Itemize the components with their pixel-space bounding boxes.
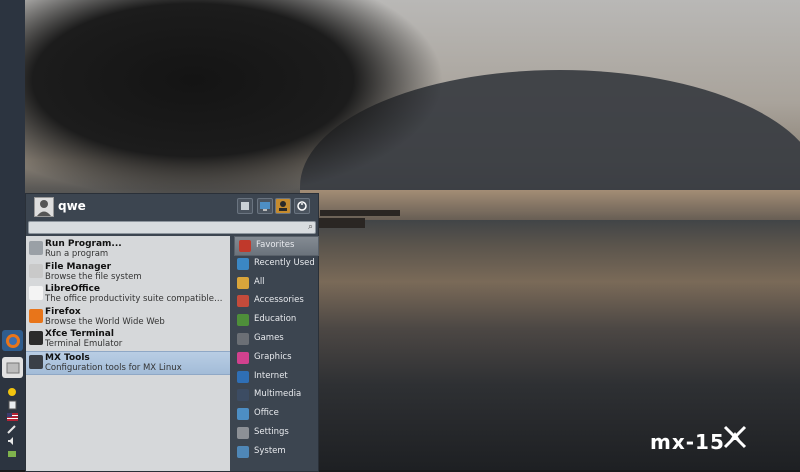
category-label: Graphics bbox=[254, 351, 292, 362]
user-icon bbox=[37, 200, 51, 216]
category-label: Settings bbox=[254, 427, 289, 437]
firefox-launcher[interactable] bbox=[2, 330, 23, 351]
clipboard-icon[interactable] bbox=[6, 399, 18, 411]
app-name: MX Tools bbox=[45, 352, 90, 363]
category-settings[interactable]: Settings bbox=[233, 424, 318, 442]
app-item-libreoffice[interactable]: LibreOffice The office productivity suite… bbox=[26, 283, 230, 305]
updater-icon[interactable] bbox=[6, 386, 18, 398]
volume-icon[interactable] bbox=[6, 435, 18, 447]
username: qwe bbox=[58, 199, 86, 213]
libreoffice-icon bbox=[29, 286, 43, 300]
switch-user-button[interactable] bbox=[275, 198, 291, 214]
search-input[interactable]: ⌕ bbox=[28, 221, 316, 234]
app-name: Run Program... bbox=[45, 239, 122, 249]
games-icon bbox=[237, 333, 249, 345]
settings-manager-icon bbox=[241, 202, 249, 210]
network-icon[interactable] bbox=[6, 448, 18, 460]
firefox-icon bbox=[29, 308, 43, 323]
tree-silhouette bbox=[25, 0, 445, 200]
mx-logo-text: mx-15 bbox=[650, 430, 725, 454]
graphics-icon bbox=[237, 351, 249, 364]
lock-screen-icon bbox=[260, 202, 270, 211]
app-description: Browse the file system bbox=[45, 271, 142, 282]
category-office[interactable]: Office bbox=[233, 405, 318, 423]
app-item-terminal[interactable]: Xfce Terminal Terminal Emulator bbox=[26, 328, 230, 350]
app-name: Firefox bbox=[45, 306, 81, 317]
app-list: Run Program... Run a program File Manager B… bbox=[26, 236, 230, 471]
file-manager-icon bbox=[29, 263, 43, 278]
category-all[interactable]: All bbox=[233, 274, 318, 292]
system-icon bbox=[237, 445, 249, 458]
pen-icon[interactable] bbox=[6, 423, 18, 435]
category-education[interactable]: Education bbox=[233, 311, 318, 329]
search-icon[interactable]: ⌕ bbox=[308, 222, 313, 232]
category-label: Games bbox=[254, 333, 284, 343]
category-label: Favorites bbox=[256, 240, 295, 250]
category-list: Favorites Recently Used All Accessories Educ… bbox=[233, 236, 319, 471]
category-accessories[interactable]: Accessories bbox=[233, 292, 318, 310]
app-item-firefox[interactable]: Firefox Browse the World Wide Web bbox=[26, 306, 230, 328]
category-label: Multimedia bbox=[254, 389, 302, 400]
app-item-run[interactable]: Run Program... Run a program bbox=[26, 238, 230, 260]
category-graphics[interactable]: Graphics bbox=[233, 349, 318, 367]
category-favorites[interactable]: Favorites bbox=[234, 236, 319, 256]
category-label: System bbox=[254, 445, 286, 456]
app-description: Terminal Emulator bbox=[45, 339, 123, 349]
avatar[interactable] bbox=[34, 197, 54, 217]
app-item-file-manager[interactable]: File Manager Browse the file system bbox=[26, 261, 230, 283]
terminal-icon bbox=[29, 331, 43, 345]
left-panel bbox=[0, 0, 25, 470]
category-label: Office bbox=[254, 408, 279, 419]
logout-button[interactable] bbox=[294, 198, 310, 214]
category-recently-used[interactable]: Recently Used bbox=[233, 255, 318, 273]
settings-manager-button[interactable] bbox=[237, 198, 253, 214]
category-games[interactable]: Games bbox=[233, 330, 318, 348]
mx-logo: mx-15 bbox=[650, 425, 747, 454]
switch-user-icon bbox=[279, 201, 287, 211]
logout-icon bbox=[297, 200, 307, 211]
all-icon bbox=[237, 276, 249, 289]
category-label: Recently Used bbox=[254, 257, 315, 268]
mx-x-icon bbox=[723, 425, 747, 449]
category-label: Internet bbox=[254, 370, 288, 381]
app-description: The office productivity suite compatible… bbox=[45, 294, 225, 304]
file-manager-launcher[interactable] bbox=[2, 357, 23, 378]
app-name: LibreOffice bbox=[45, 284, 100, 294]
app-name: File Manager bbox=[45, 261, 112, 272]
mx-tools-icon bbox=[29, 354, 43, 369]
category-internet[interactable]: Internet bbox=[233, 368, 318, 386]
app-description: Run a program bbox=[45, 249, 109, 259]
recently-used-icon bbox=[237, 257, 249, 270]
category-multimedia[interactable]: Multimedia bbox=[233, 386, 318, 404]
category-label: Education bbox=[254, 314, 297, 325]
settings-icon bbox=[237, 427, 249, 439]
application-menu: qwe ⌕ Run Program... Run a program File Ma… bbox=[25, 193, 319, 472]
run-icon bbox=[29, 241, 43, 255]
category-label: Accessories bbox=[254, 295, 304, 306]
firefox-icon bbox=[5, 333, 20, 348]
internet-icon bbox=[237, 370, 249, 383]
us-flag-icon[interactable] bbox=[6, 411, 18, 423]
favorites-icon bbox=[239, 240, 251, 252]
app-item-mx-tools[interactable]: MX Tools Configuration tools for MX Linux bbox=[26, 350, 230, 375]
menu-header: qwe bbox=[26, 194, 318, 218]
office-icon bbox=[237, 408, 249, 421]
category-system[interactable]: System bbox=[233, 443, 318, 461]
accessories-icon bbox=[237, 295, 249, 308]
lock-screen-button[interactable] bbox=[257, 198, 273, 214]
app-name: Xfce Terminal bbox=[45, 329, 114, 339]
app-description: Configuration tools for MX Linux bbox=[45, 362, 182, 373]
multimedia-icon bbox=[237, 389, 249, 402]
category-label: All bbox=[254, 276, 265, 287]
file-manager-icon bbox=[6, 362, 19, 373]
education-icon bbox=[237, 314, 249, 327]
app-description: Browse the World Wide Web bbox=[45, 316, 165, 327]
